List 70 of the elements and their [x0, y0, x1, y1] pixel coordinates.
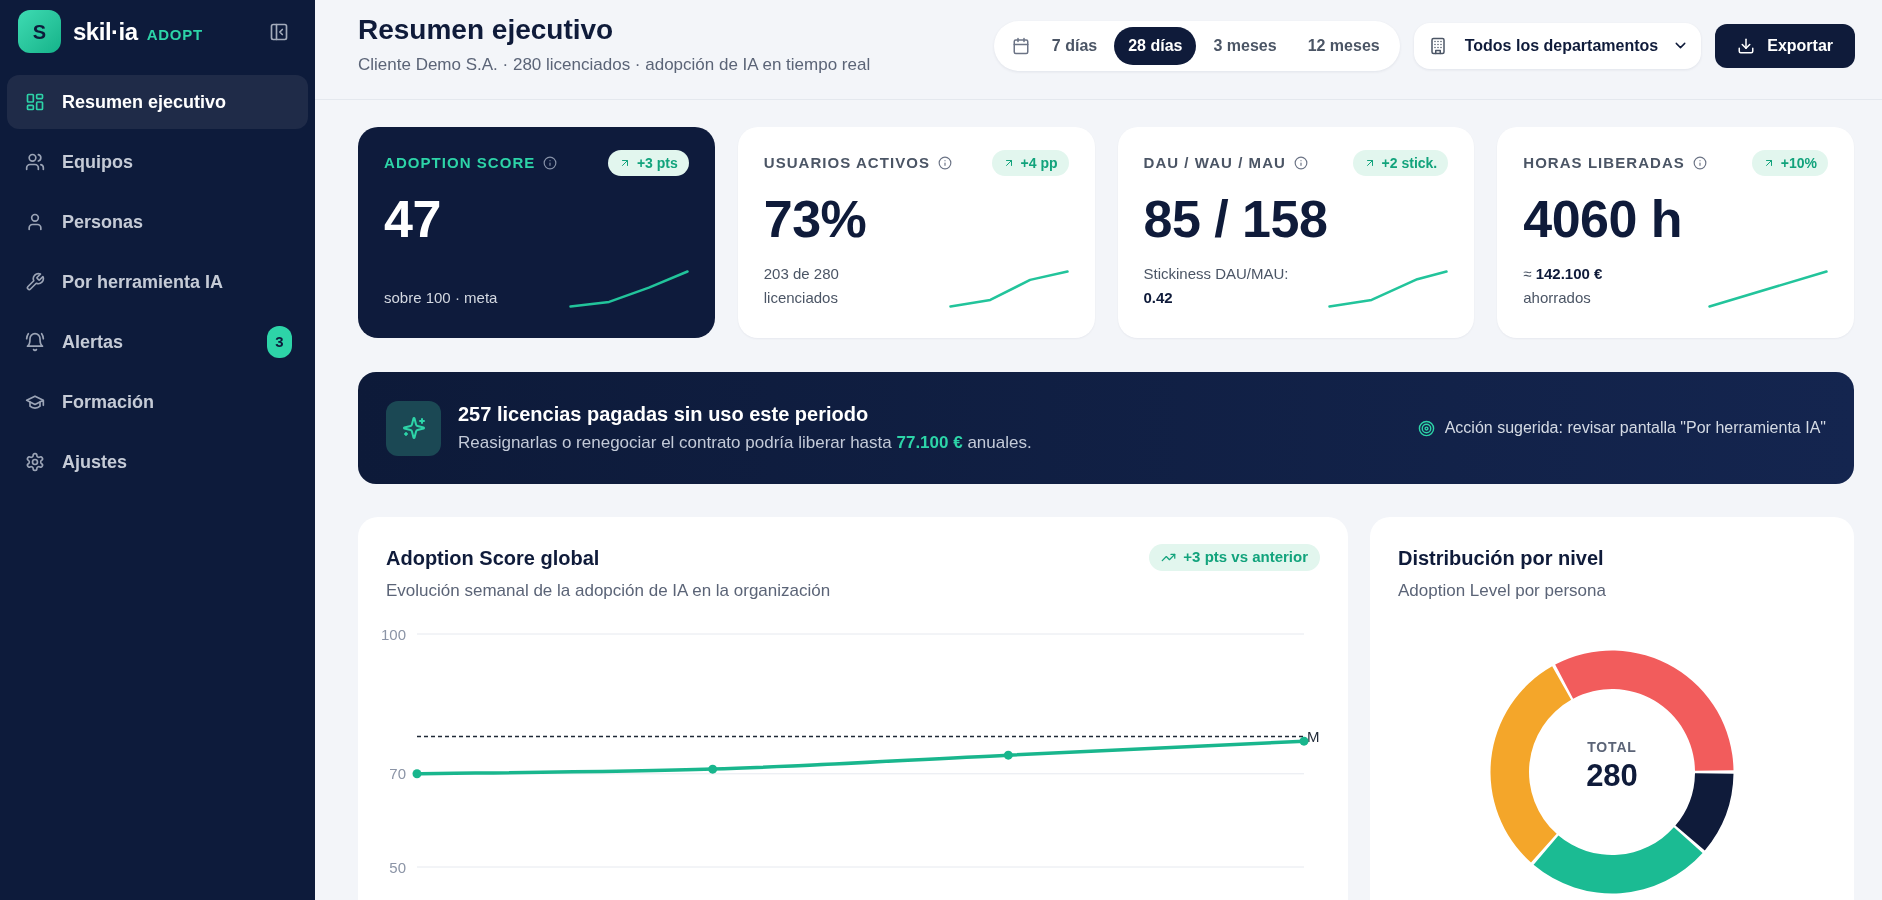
info-icon: [1692, 156, 1707, 170]
period-tab[interactable]: 7 días: [1037, 26, 1112, 65]
dashboard-icon: [25, 92, 45, 112]
nav-item[interactable]: Formación: [7, 375, 308, 429]
chart-title: Distribución por nivel: [1398, 546, 1605, 571]
period-tab[interactable]: 12 meses: [1293, 26, 1394, 65]
calendar-icon: [1011, 36, 1030, 55]
kpi-value: 73%: [763, 193, 868, 245]
download-icon: [1737, 36, 1756, 55]
period-tab[interactable]: 3 meses: [1199, 26, 1291, 65]
nav-item[interactable]: Equipos: [7, 135, 308, 189]
department-dropdown[interactable]: Todos los departamentos: [1413, 22, 1702, 69]
settings-icon: [25, 452, 45, 472]
info-icon: [938, 156, 952, 170]
period-tab[interactable]: 28 días: [1114, 26, 1197, 65]
kpi-value: 85 / 158: [1143, 193, 1329, 245]
kpi-title: USUARIOS ACTIVOS: [763, 152, 930, 173]
change-text: +2 stick.: [1381, 153, 1438, 173]
graduation-cap-icon: [25, 392, 45, 412]
brand-tag: ADOPT: [146, 23, 203, 46]
kpi-value: 47: [384, 193, 442, 245]
wrench-icon: [25, 272, 45, 292]
kpi-detail: 203 de 280 licenciados: [763, 264, 839, 308]
nav-item[interactable]: Personas: [7, 195, 308, 249]
user-icon: [25, 212, 45, 232]
change-text: +4 pp: [1020, 153, 1058, 173]
page-subtitle: Cliente Demo S.A. · 280 licenciados · adopción de IA en tiempo real: [358, 54, 871, 77]
users-icon: [25, 152, 45, 172]
kpi-title: HORAS LIBERADAS: [1523, 152, 1685, 173]
kpi-detail: sobre 100 · meta: [384, 288, 498, 308]
change-text: +3 pts: [636, 153, 678, 173]
kpi-detail: ≈ 142.100 € ahorrados: [1523, 264, 1603, 308]
chart-subtitle: Evolución semanal de la adopción de IA en la organización: [386, 580, 831, 602]
chart-subtitle: Adoption Level por persona: [1398, 580, 1607, 602]
chart-title: Adoption Score global: [386, 546, 601, 571]
reference-label: M: [1307, 727, 1320, 745]
nav-item[interactable]: Ajustes: [7, 435, 308, 489]
export-button[interactable]: Exportar: [1715, 23, 1855, 68]
axis-label: 50: [389, 858, 406, 875]
bell-icon: [25, 332, 45, 352]
count-badge: 3: [267, 326, 292, 358]
banner-text: Reasignarlas o renegociar el contrato podría liberar hasta 77.100 € anuales.: [458, 431, 1032, 454]
info-icon: [543, 156, 558, 170]
kpi-title: ADOPTION SCORE: [384, 152, 536, 173]
nav-item[interactable]: Resumen ejecutivo: [7, 75, 308, 129]
sparkle-icon: [386, 400, 441, 456]
change-text: +10%: [1780, 153, 1817, 173]
data-point: [1003, 750, 1013, 760]
kpi-value: 4060 h: [1523, 193, 1684, 245]
nav-item[interactable]: Por herramienta IA: [7, 255, 308, 309]
target-icon: [1417, 419, 1435, 437]
banner-title: 257 licencias pagadas sin uso este periodo: [458, 401, 870, 427]
page-title: Resumen ejecutivo: [358, 13, 615, 48]
kpi-title: DAU / WAU / MAU: [1143, 152, 1286, 173]
data-point: [412, 768, 422, 778]
nav-item[interactable]: Alertas 3: [7, 315, 308, 369]
kpi-detail: Stickiness DAU/MAU: 0.42: [1143, 264, 1289, 308]
data-point: [1299, 736, 1309, 746]
axis-label: 70: [389, 764, 406, 782]
data-point: [708, 764, 718, 774]
info-icon: [1293, 156, 1308, 170]
building-icon: [1428, 36, 1447, 55]
donut-center-value: 280: [1586, 757, 1638, 794]
axis-label: 100: [380, 625, 406, 642]
logo-mark: S: [18, 10, 61, 53]
brand-name: skil·ia: [73, 16, 138, 47]
sidebar-toggle-icon[interactable]: [269, 21, 289, 42]
donut-center-label: TOTAL: [1587, 737, 1637, 756]
suggested-action: Acción sugerida: revisar pantalla "Por herramienta IA": [1444, 418, 1826, 438]
change-text: +3 pts vs anterior: [1183, 547, 1308, 568]
